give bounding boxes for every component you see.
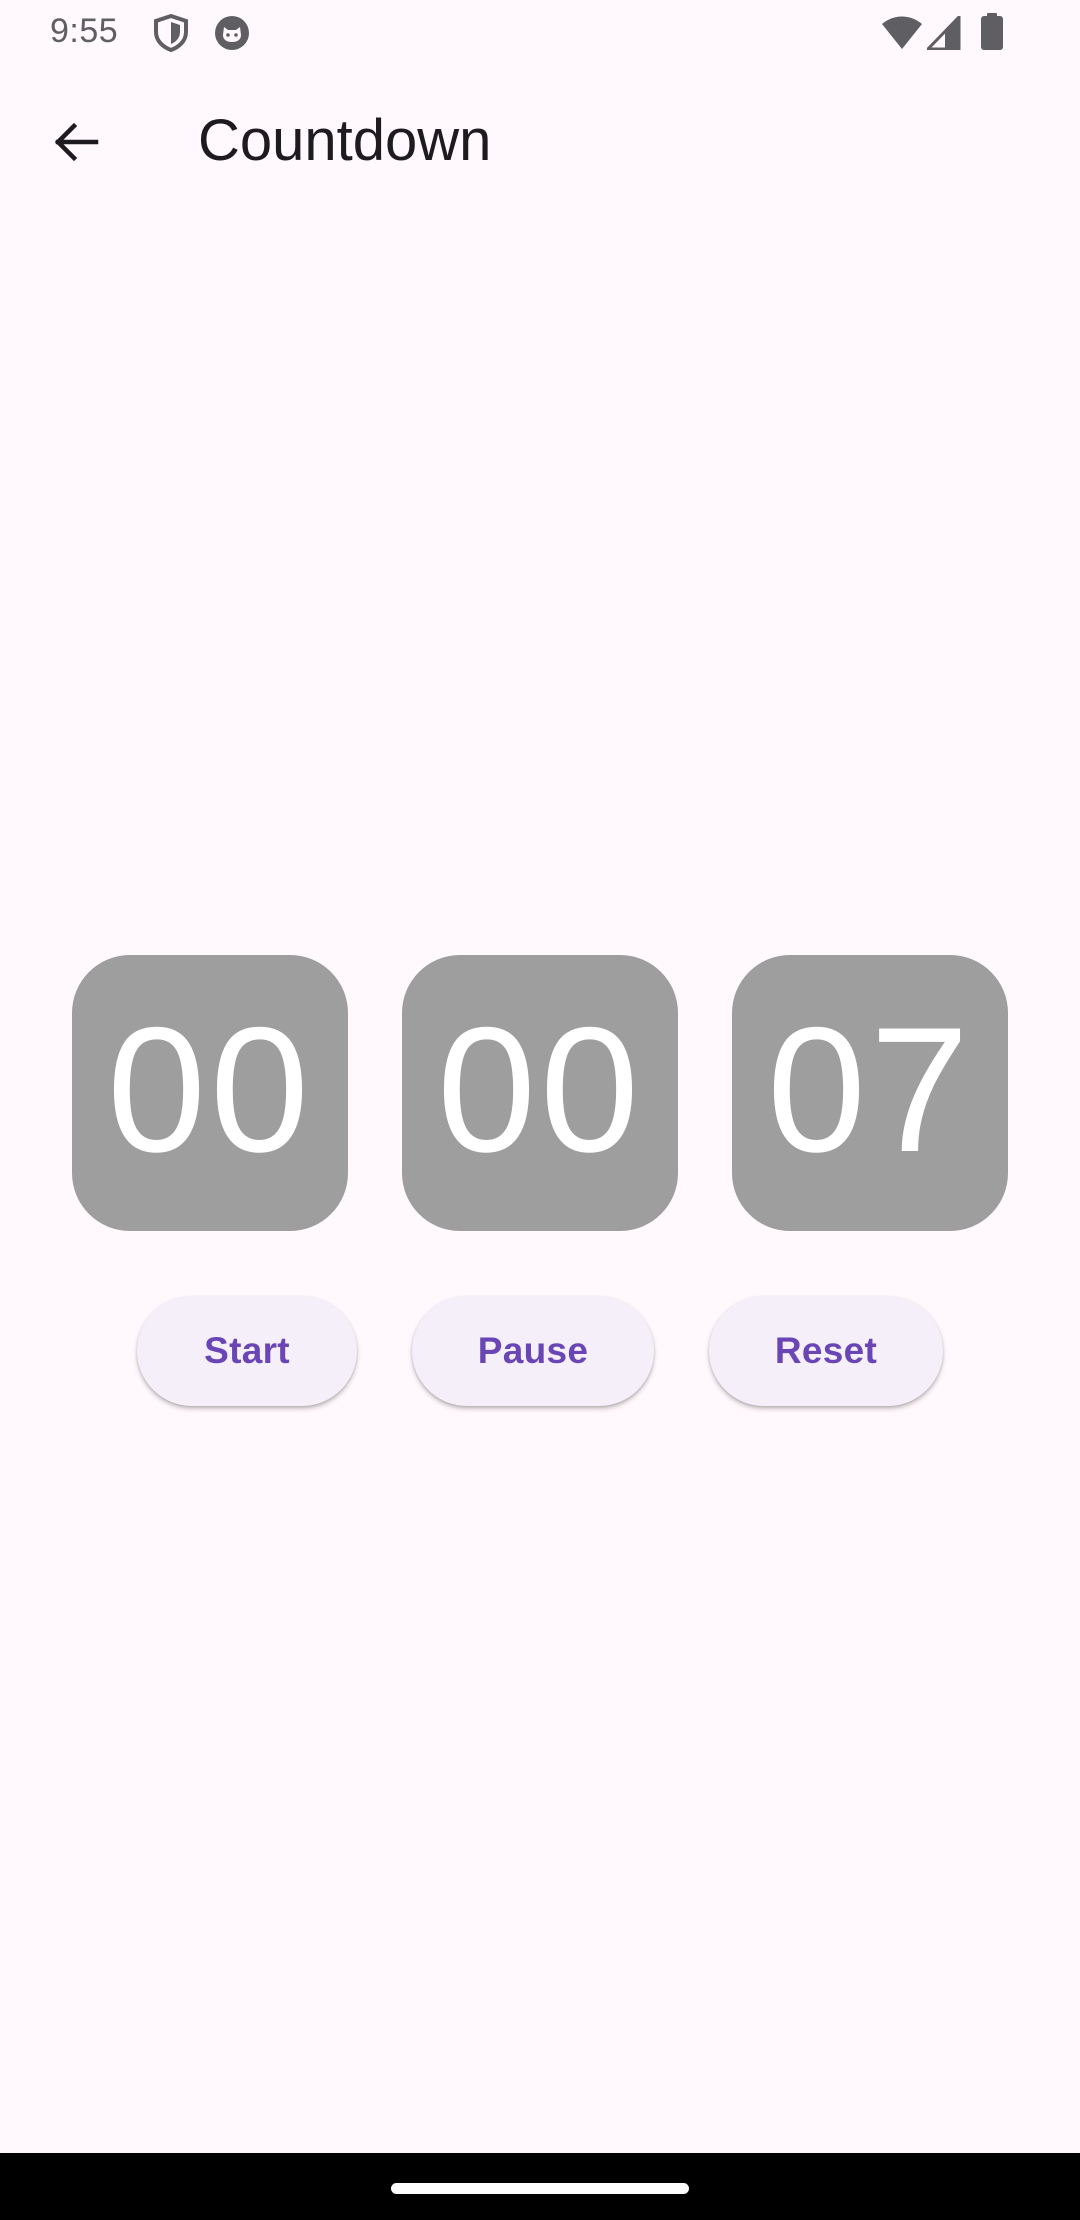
seconds-value: 07 xyxy=(767,990,973,1189)
start-button-label: Start xyxy=(204,1330,290,1371)
hours-value: 00 xyxy=(107,990,313,1189)
cat-face-icon xyxy=(213,14,251,57)
hours-box: 00 xyxy=(72,955,348,1231)
back-button[interactable] xyxy=(34,102,118,186)
page-title: Countdown xyxy=(198,108,492,173)
status-bar: 9:55 xyxy=(0,0,1080,66)
start-button[interactable]: Start xyxy=(137,1296,357,1406)
pause-button-label: Pause xyxy=(477,1330,589,1371)
battery-icon xyxy=(980,13,1004,56)
status-time: 9:55 xyxy=(50,12,119,50)
minutes-value: 00 xyxy=(437,990,643,1189)
minutes-box: 00 xyxy=(402,955,678,1231)
wifi-icon xyxy=(880,16,924,55)
reset-button[interactable]: Reset xyxy=(709,1296,943,1406)
reset-button-label: Reset xyxy=(774,1330,878,1371)
shield-icon xyxy=(153,13,189,57)
cellular-signal-icon xyxy=(924,13,961,55)
arrow-back-icon xyxy=(52,118,100,171)
countdown-display: 00 00 07 xyxy=(0,955,1080,1231)
seconds-box: 07 xyxy=(732,955,1008,1231)
app-bar: Countdown xyxy=(0,66,1080,216)
navigation-bar xyxy=(0,2153,1080,2220)
pause-button[interactable]: Pause xyxy=(412,1296,654,1406)
home-gesture-handle[interactable] xyxy=(391,2183,689,2194)
